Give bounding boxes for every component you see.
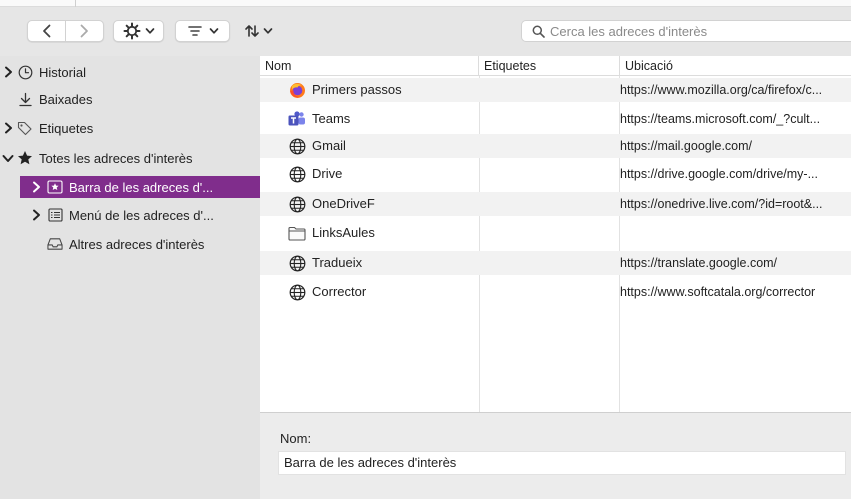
toolbar	[0, 0, 851, 56]
chevron-right-icon[interactable]	[30, 204, 42, 226]
download-arrow-icon	[17, 91, 33, 107]
bookmark-name: Gmail	[312, 138, 346, 153]
search-icon	[532, 25, 545, 38]
bookmark-location: https://www.mozilla.org/ca/firefox/c...	[620, 83, 823, 97]
search-box[interactable]	[521, 20, 851, 42]
sidebar-item-downloads[interactable]: Baixades	[0, 88, 260, 110]
menu-list-icon	[47, 207, 63, 223]
up-down-arrows-icon	[244, 25, 259, 37]
bookmark-location: https://onedrive.live.com/?id=root&...	[620, 197, 823, 211]
clock-icon	[17, 64, 33, 80]
table-row[interactable]: Primers passos https://www.mozilla.org/c…	[260, 78, 851, 102]
sidebar-item-label: Etiquetes	[39, 120, 94, 136]
sidebar-item-label: Baixades	[39, 91, 93, 107]
sidebar-item-label: Historial	[39, 64, 86, 80]
sidebar-item-other-bookmarks[interactable]: Altres adreces d'interès	[0, 233, 260, 255]
sidebar-item-bookmarks-toolbar[interactable]: Barra de les adreces d'...	[20, 176, 260, 198]
globe-icon	[288, 254, 306, 272]
bookmark-location: https://mail.google.com/	[620, 139, 753, 153]
bookmark-name: Corrector	[312, 284, 367, 299]
chevron-left-icon	[42, 24, 50, 38]
bookmark-location: https://teams.microsoft.com/_?cult...	[620, 112, 821, 126]
navigation-buttons	[27, 20, 104, 42]
organize-menu-button[interactable]	[113, 20, 164, 42]
sidebar-item-all-bookmarks[interactable]: Totes les adreces d'interès	[0, 147, 260, 169]
table-row[interactable]: OneDriveF https://onedrive.live.com/?id=…	[260, 192, 851, 216]
bookmark-name: OneDriveF	[312, 196, 375, 211]
bookmark-location: https://drive.google.com/drive/my-...	[620, 167, 818, 181]
sidebar-item-label: Altres adreces d'interès	[69, 236, 205, 252]
bookmark-name: LinksAules	[312, 225, 375, 240]
chevron-right-icon[interactable]	[30, 176, 42, 198]
sidebar-item-tags[interactable]: Etiquetes	[0, 117, 260, 139]
globe-icon	[288, 137, 306, 155]
details-pane: Nom: Barra de les adreces d'interès	[260, 412, 851, 499]
table-header: Nom Etiquetes Ubicació	[260, 56, 851, 76]
globe-icon	[288, 195, 306, 213]
bookmark-name: Tradueix	[312, 255, 363, 270]
search-input[interactable]	[550, 23, 830, 39]
chevron-down-icon[interactable]	[2, 147, 14, 169]
inbox-tray-icon	[47, 236, 63, 252]
name-field[interactable]: Barra de les adreces d'interès	[278, 451, 846, 475]
bookmark-location	[620, 221, 851, 245]
views-menu-button[interactable]	[175, 20, 230, 42]
bookmark-star-box-icon	[47, 179, 63, 195]
column-header-location[interactable]: Ubicació	[620, 56, 851, 76]
sort-lines-icon	[187, 26, 202, 36]
chevron-right-icon[interactable]	[2, 61, 14, 83]
column-header-name[interactable]: Nom	[260, 56, 479, 76]
bookmarks-table: Nom Etiquetes Ubicació Primers passos ht…	[260, 56, 851, 499]
chevron-down-icon	[209, 28, 218, 34]
window-top-edge	[0, 0, 851, 7]
globe-icon	[288, 165, 306, 183]
table-row[interactable]: Corrector https://www.softcatala.org/cor…	[260, 280, 851, 304]
table-row[interactable]: Gmail https://mail.google.com/	[260, 134, 851, 158]
gear-icon	[123, 22, 140, 40]
sidebar-item-label: Menú de les adreces d'...	[69, 207, 214, 223]
table-row[interactable]: Tradueix https://translate.google.com/	[260, 251, 851, 275]
star-icon	[17, 150, 33, 166]
bookmark-location: https://www.softcatala.org/corrector	[620, 285, 816, 299]
table-row[interactable]: Teams https://teams.microsoft.com/_?cult…	[260, 107, 851, 131]
bookmark-location: https://translate.google.com/	[620, 256, 778, 270]
firefox-icon	[288, 81, 306, 99]
chevron-down-icon	[263, 28, 272, 34]
table-row[interactable]: Drive https://drive.google.com/drive/my-…	[260, 162, 851, 186]
sidebar-item-bookmarks-menu[interactable]: Menú de les adreces d'...	[0, 204, 260, 226]
table-row[interactable]: LinksAules	[260, 221, 851, 245]
chevron-down-icon	[145, 28, 154, 34]
bookmark-name: Primers passos	[312, 82, 402, 97]
sidebar: Historial Baixades Etiquetes Totes les a…	[0, 56, 260, 499]
back-button[interactable]	[28, 21, 65, 41]
forward-button[interactable]	[66, 21, 103, 41]
sidebar-item-label: Totes les adreces d'interès	[39, 150, 193, 166]
folder-icon	[288, 224, 306, 242]
tag-icon	[17, 120, 33, 136]
bookmark-name: Teams	[312, 111, 351, 126]
chevron-right-icon	[81, 24, 89, 38]
chevron-right-icon[interactable]	[2, 117, 14, 139]
name-field-label: Nom:	[280, 431, 312, 446]
import-export-menu-button[interactable]	[238, 20, 278, 42]
sidebar-item-history[interactable]: Historial	[0, 61, 260, 83]
teams-icon	[288, 110, 306, 128]
column-header-tags[interactable]: Etiquetes	[479, 56, 620, 76]
globe-icon	[288, 283, 306, 301]
bookmark-name: Drive	[312, 166, 343, 181]
sidebar-item-label: Barra de les adreces d'...	[69, 179, 214, 195]
